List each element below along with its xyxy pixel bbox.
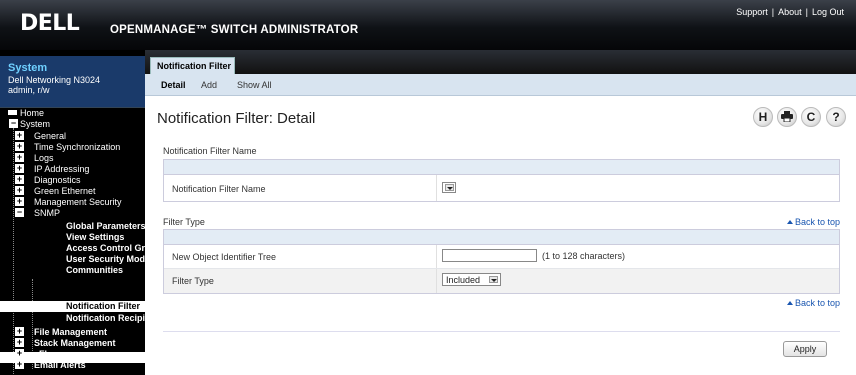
expand-icon[interactable]: + (15, 153, 24, 162)
filter-type-value: Included (446, 275, 481, 285)
subtab-detail[interactable]: Detail (161, 80, 186, 90)
system-header[interactable]: System Dell Networking N3024 admin, r/w (0, 56, 145, 108)
tab-notification-filter[interactable]: Notification Filter (150, 57, 235, 74)
nav-system[interactable]: System (20, 119, 50, 129)
column-divider (436, 175, 437, 201)
nav-global-parameters[interactable]: Global Parameters (66, 221, 146, 231)
sidebar: System Dell Networking N3024 admin, r/w … (0, 50, 151, 375)
arrow-up-icon (787, 301, 793, 305)
nav-sflow[interactable]: sFlow (34, 349, 60, 359)
system-model: Dell Networking N3024 (8, 75, 101, 85)
nav-time-sync[interactable]: Time Synchronization (34, 142, 120, 152)
chevron-down-icon (445, 184, 454, 191)
help-h-icon[interactable]: H (753, 107, 773, 127)
back-to-top-label-2: Back to top (795, 298, 841, 308)
nav-notification-recipient[interactable]: Notification Recipie (66, 313, 150, 323)
tab-bar: Notification Filter (145, 50, 856, 74)
top-banner: DELL OPENMANAGE™ SWITCH ADMINISTRATOR Su… (0, 0, 856, 50)
link-separator: | (805, 7, 808, 17)
row-label-filter-name: Notification Filter Name (172, 184, 266, 194)
page-title: Notification Filter: Detail (157, 110, 316, 127)
tree-line (13, 128, 14, 374)
support-link[interactable]: Support (736, 7, 768, 17)
nav-logs[interactable]: Logs (34, 153, 54, 163)
nav-access-control-groups[interactable]: Access Control Gro (66, 243, 151, 253)
collapse-icon[interactable]: − (15, 208, 24, 217)
subtab-bar: Detail Add Show All (145, 74, 856, 96)
row-label-oid: New Object Identifier Tree (172, 252, 277, 262)
nav-communities[interactable]: Communities (66, 265, 123, 275)
question-icon[interactable]: ? (826, 107, 846, 127)
back-to-top-link[interactable]: Back to top (787, 217, 840, 227)
app-title: OPENMANAGE™ SWITCH ADMINISTRATOR (110, 24, 359, 36)
nav-ip-addressing[interactable]: IP Addressing (34, 164, 89, 174)
nav-email-alerts[interactable]: Email Alerts (34, 360, 86, 370)
logout-link[interactable]: Log Out (812, 7, 844, 17)
oid-input[interactable] (442, 249, 537, 262)
back-to-top-link-2[interactable]: Back to top (787, 298, 840, 308)
nav-snmp[interactable]: SNMP (34, 208, 60, 218)
section-label-name: Notification Filter Name (163, 146, 257, 156)
link-separator: | (771, 7, 775, 17)
chevron-down-icon (489, 276, 498, 283)
print-glyph (781, 111, 793, 123)
header-links: Support | About | Log Out (736, 7, 844, 17)
print-icon[interactable] (777, 107, 797, 127)
expand-icon[interactable]: + (15, 197, 24, 206)
divider-line (163, 331, 840, 332)
expand-icon[interactable]: + (15, 186, 24, 195)
filter-name-select[interactable] (442, 182, 456, 193)
dell-logo: DELL (20, 11, 80, 36)
expand-icon[interactable]: + (15, 349, 24, 358)
name-row: Notification Filter Name (164, 175, 839, 201)
nav-notification-filter[interactable]: Notification Filter (66, 301, 140, 311)
nav-view-settings[interactable]: View Settings (66, 232, 124, 242)
nav-general[interactable]: General (34, 131, 66, 141)
nav-file-management[interactable]: File Management (34, 327, 107, 337)
filter-type-panel: New Object Identifier Tree (1 to 128 cha… (163, 229, 840, 294)
column-divider (436, 269, 437, 293)
nav-diagnostics[interactable]: Diagnostics (34, 175, 81, 185)
expand-icon[interactable]: + (15, 164, 24, 173)
about-link[interactable]: About (778, 7, 802, 17)
back-to-top-label: Back to top (795, 217, 841, 227)
column-divider (436, 245, 437, 268)
nav-stack-management[interactable]: Stack Management (34, 338, 116, 348)
expand-icon[interactable]: + (15, 327, 24, 336)
filter-type-row: Filter Type Included (164, 269, 839, 293)
expand-icon[interactable]: + (15, 338, 24, 347)
filter-type-select[interactable]: Included (442, 273, 501, 286)
expand-icon[interactable]: + (15, 175, 24, 184)
panel-header (164, 230, 839, 245)
system-title: System (8, 62, 48, 74)
home-icon (8, 110, 17, 115)
oid-row: New Object Identifier Tree (1 to 128 cha… (164, 245, 839, 269)
name-panel: Notification Filter Name (163, 159, 840, 202)
subtab-add[interactable]: Add (201, 80, 217, 90)
nav-user-security-model[interactable]: User Security Mode (66, 254, 150, 264)
nav-management-security[interactable]: Management Security (34, 197, 122, 207)
oid-hint: (1 to 128 characters) (542, 251, 626, 261)
refresh-icon[interactable]: C (801, 107, 821, 127)
collapse-icon[interactable]: − (9, 119, 18, 128)
expand-icon[interactable]: + (15, 131, 24, 140)
panel-header (164, 160, 839, 175)
expand-icon[interactable]: + (15, 360, 24, 369)
section-label-filter-type: Filter Type (163, 217, 205, 227)
subtab-show-all[interactable]: Show All (237, 80, 272, 90)
system-user: admin, r/w (8, 85, 50, 95)
expand-icon[interactable]: + (15, 142, 24, 151)
row-label-filter-type: Filter Type (172, 276, 214, 286)
arrow-up-icon (787, 220, 793, 224)
apply-button[interactable]: Apply (783, 341, 827, 357)
nav-green-ethernet[interactable]: Green Ethernet (34, 186, 96, 196)
nav-home[interactable]: Home (20, 108, 44, 118)
